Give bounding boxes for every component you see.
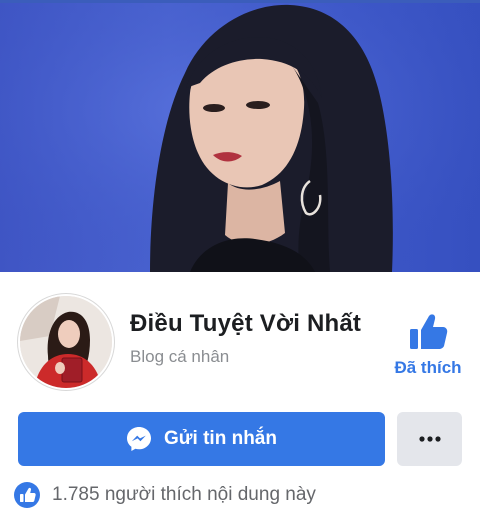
profile-picture[interactable] (18, 294, 114, 390)
more-options-button[interactable] (397, 412, 462, 466)
profile-picture-illustration (20, 296, 112, 388)
messenger-icon (127, 427, 151, 451)
page-title: Điều Tuyệt Vời Nhất (130, 310, 362, 337)
likes-count-text: 1.785 người thích nội dung này (52, 484, 316, 505)
liked-button[interactable]: Đã thích (388, 310, 468, 382)
likes-count-row[interactable]: 1.785 người thích nội dung này (14, 482, 316, 508)
more-horizontal-icon (418, 436, 441, 442)
liked-label: Đã thích (394, 358, 462, 377)
like-badge-icon (14, 482, 40, 508)
cover-photo[interactable] (0, 3, 480, 272)
cover-photo-illustration (0, 3, 480, 272)
send-message-label: Gửi tin nhắn (164, 428, 277, 449)
page-category: Blog cá nhân (130, 347, 230, 366)
send-message-button[interactable]: Gửi tin nhắn (18, 412, 385, 466)
thumbs-up-icon (410, 314, 448, 349)
